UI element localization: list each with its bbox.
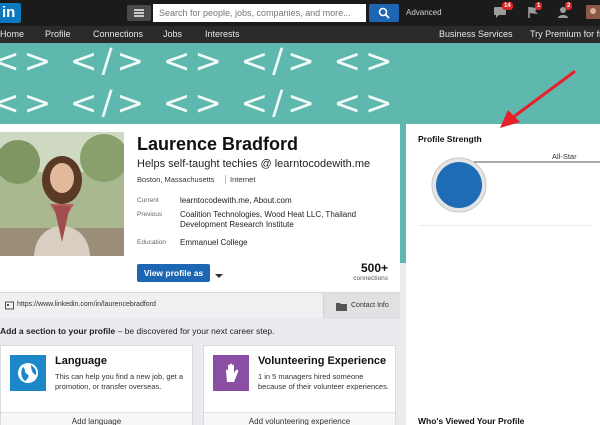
panel-divider bbox=[418, 225, 592, 226]
previous-label: Previous bbox=[137, 211, 163, 218]
messages-button[interactable]: 14 bbox=[493, 2, 513, 19]
previous-value-line-1[interactable]: Coalition Technologies, Wood Heat LLC, T… bbox=[180, 210, 356, 220]
apps-menu-button[interactable] bbox=[127, 5, 151, 21]
current-value[interactable]: learntocodewith.me, About.com bbox=[180, 196, 292, 206]
profile-card: Laurence Bradford Helps self-taught tech… bbox=[0, 124, 400, 292]
nav-home[interactable]: Home bbox=[0, 29, 24, 39]
linkedin-logo[interactable]: in bbox=[0, 3, 21, 23]
nav-business-services[interactable]: Business Services bbox=[439, 29, 513, 39]
current-label: Current bbox=[137, 197, 159, 204]
add-language-label: Add language bbox=[71, 417, 122, 425]
search-icon bbox=[378, 7, 390, 19]
right-panel: Profile Strength All-Star Who's Viewed Y… bbox=[406, 124, 600, 425]
public-profile-bar: https://www.linkedin.com/in/laurencebrad… bbox=[0, 292, 400, 319]
advanced-search-link[interactable]: Advanced bbox=[406, 8, 442, 17]
main-nav: Home Profile Connections Jobs Interests … bbox=[0, 26, 600, 43]
add-language-button[interactable]: Add language bbox=[1, 412, 192, 425]
language-title: Language bbox=[55, 355, 107, 367]
profile-strength-level: All-Star bbox=[552, 152, 577, 161]
messages-badge: 14 bbox=[502, 2, 513, 10]
profile-photo-image bbox=[0, 132, 124, 256]
public-profile-url[interactable]: https://www.linkedin.com/in/laurencebrad… bbox=[17, 301, 156, 308]
add-language-card: Language This can help you find a new jo… bbox=[0, 345, 193, 425]
add-volunteering-button[interactable]: Add volunteering experience bbox=[204, 412, 395, 425]
contact-info-button[interactable]: Contact Info bbox=[323, 293, 400, 319]
profile-strength-meter[interactable] bbox=[430, 152, 600, 214]
folder-icon bbox=[336, 303, 347, 311]
id-card-icon bbox=[5, 301, 14, 310]
add-section-rest: – be discovered for your next career ste… bbox=[115, 326, 275, 336]
education-label: Education bbox=[137, 239, 166, 246]
volunteering-title: Volunteering Experience bbox=[258, 355, 387, 367]
education-value[interactable]: Emmanuel College bbox=[180, 238, 248, 248]
search-button[interactable] bbox=[369, 4, 399, 22]
add-section-heading: Add a section to your profile – be disco… bbox=[0, 326, 274, 336]
caret-down-icon bbox=[215, 274, 223, 278]
profile-strength-title: Profile Strength bbox=[418, 134, 482, 144]
profile-name: Laurence Bradford bbox=[137, 134, 299, 154]
connections-label: connections bbox=[353, 275, 388, 282]
previous-value-line-2[interactable]: Development Research Institute bbox=[180, 220, 294, 230]
account-avatar[interactable] bbox=[586, 5, 600, 19]
location-divider bbox=[225, 175, 226, 184]
profile-photo[interactable] bbox=[0, 132, 124, 256]
add-section-bold: Add a section to your profile bbox=[0, 326, 116, 336]
add-volunteering-label: Add volunteering experience bbox=[248, 417, 351, 425]
raised-hand-icon bbox=[213, 355, 249, 391]
view-profile-dropdown-button[interactable] bbox=[213, 268, 225, 278]
connections-badge: 2 bbox=[565, 2, 573, 10]
notifications-badge: 1 bbox=[535, 2, 543, 10]
notifications-button[interactable]: 1 bbox=[526, 2, 543, 19]
view-profile-as-button[interactable]: View profile as bbox=[137, 264, 210, 282]
connections-count[interactable]: 500+ bbox=[361, 261, 388, 275]
top-bar: in Advanced 14 1 2 bbox=[0, 0, 600, 26]
nav-profile[interactable]: Profile bbox=[45, 29, 71, 39]
avatar-icon bbox=[586, 5, 600, 19]
nav-interests[interactable]: Interests bbox=[205, 29, 240, 39]
profile-industry[interactable]: Internet bbox=[230, 175, 255, 184]
whos-viewed-title: Who's Viewed Your Profile bbox=[418, 416, 525, 425]
volunteering-description: 1 in 5 managers hired someone because of… bbox=[258, 372, 389, 391]
profile-headline: Helps self-taught techies @ learntocodew… bbox=[137, 158, 371, 170]
search-input[interactable] bbox=[153, 4, 366, 22]
nav-connections[interactable]: Connections bbox=[93, 29, 143, 39]
red-arrow-annotation bbox=[500, 70, 576, 128]
add-volunteering-card: Volunteering Experience 1 in 5 managers … bbox=[203, 345, 396, 425]
add-connections-button[interactable]: 2 bbox=[556, 2, 573, 19]
contact-info-label: Contact Info bbox=[351, 302, 389, 309]
profile-location[interactable]: Boston, Massachusetts bbox=[137, 175, 215, 184]
globe-icon bbox=[10, 355, 46, 391]
language-description: This can help you find a new job, get a … bbox=[55, 372, 183, 391]
nav-jobs[interactable]: Jobs bbox=[163, 29, 182, 39]
nav-try-premium[interactable]: Try Premium for free bbox=[530, 29, 600, 39]
